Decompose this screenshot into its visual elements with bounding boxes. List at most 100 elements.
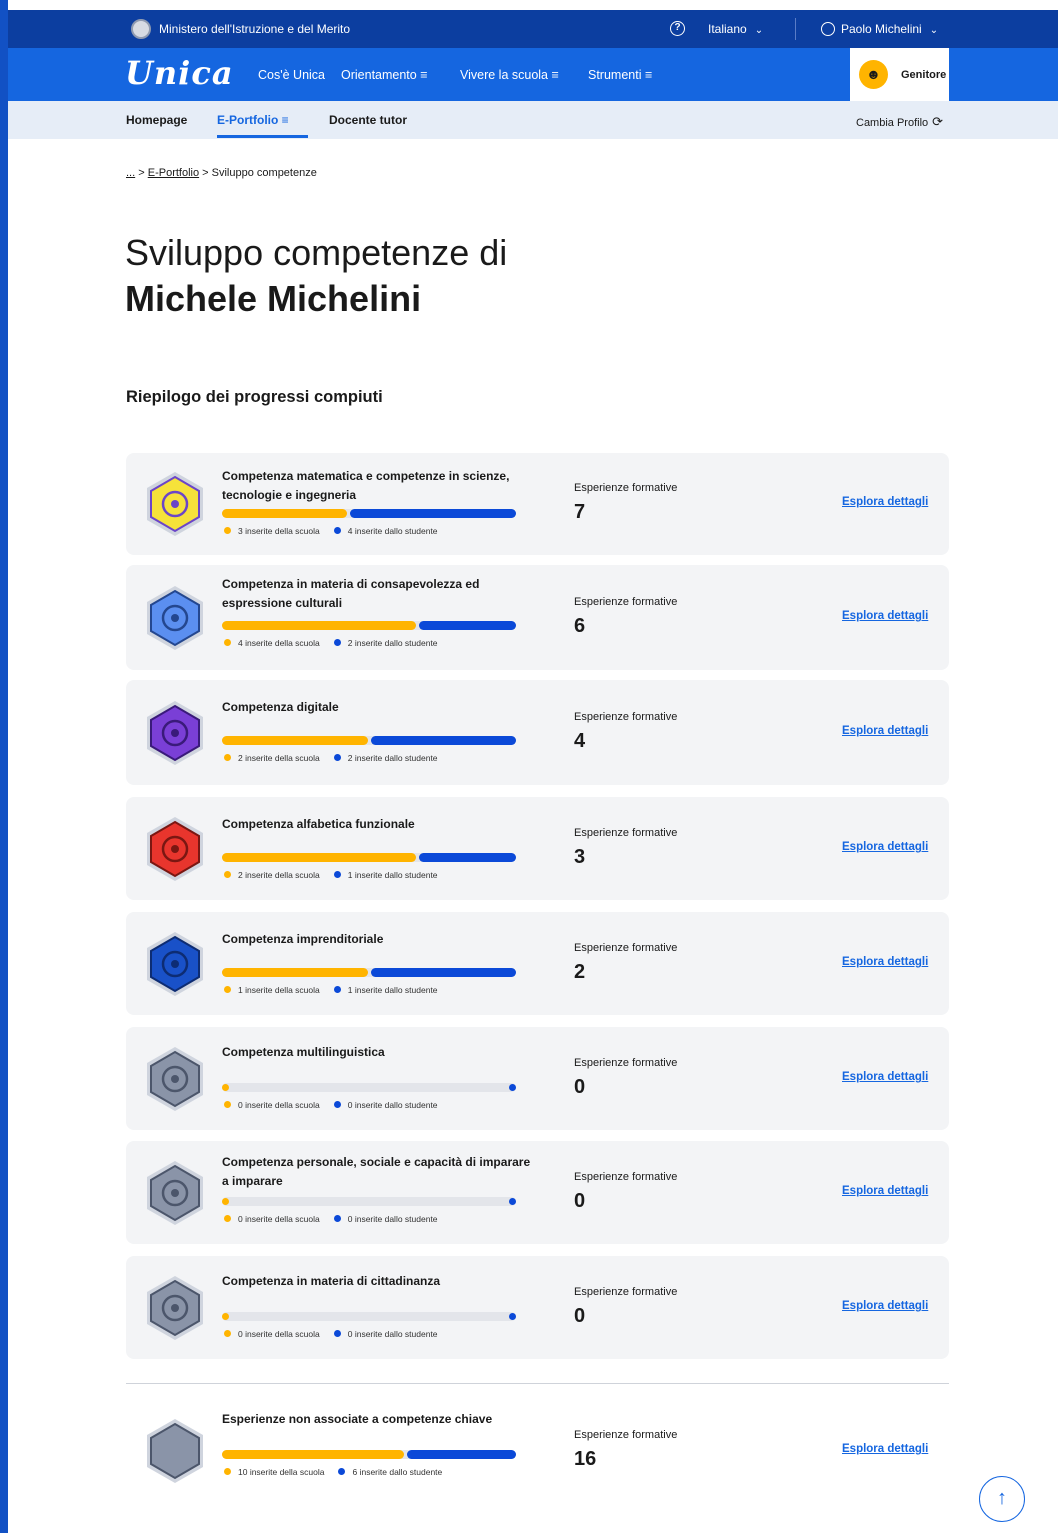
competence-card: Competenza in materia di cittadinanza 0 i… <box>126 1256 949 1359</box>
profile-label: Genitore <box>901 69 947 81</box>
student-dot-icon <box>333 1215 341 1222</box>
progress-legend: 0 inserite della scuola 0 inserite dallo … <box>224 1100 438 1110</box>
chevron-down-icon: ⌄ <box>929 25 939 36</box>
student-count-label: 0 inserite dallo studente <box>347 1214 438 1224</box>
student-progress-segment <box>371 736 516 745</box>
subnav-docente-tutor[interactable]: Docente tutor <box>329 113 407 127</box>
language-label: Italiano <box>708 22 747 36</box>
school-progress-segment <box>222 968 368 977</box>
student-progress-dot <box>509 1313 516 1320</box>
page-title-student-name: Michele Michelini <box>125 278 422 319</box>
divider <box>795 18 796 40</box>
explore-details-link[interactable]: Esplora dettagli <box>842 841 928 853</box>
experiences-count: 16 <box>574 1448 597 1470</box>
progress-legend: 0 inserite della scuola 0 inserite dallo … <box>224 1214 438 1224</box>
nav-orientamento[interactable]: Orientamento ≡ <box>341 68 428 82</box>
nav-vivere-la-scuola[interactable]: Vivere la scuola ≡ <box>460 68 559 82</box>
competence-title: Competenza imprenditoriale <box>222 932 384 946</box>
explore-details-link[interactable]: Esplora dettagli <box>842 956 928 968</box>
nav-strumenti[interactable]: Strumenti ≡ <box>588 68 652 82</box>
explore-details-link[interactable]: Esplora dettagli <box>842 725 928 737</box>
progress-bar <box>222 968 516 977</box>
student-progress-dot <box>509 1084 516 1091</box>
competence-card: Competenza personale, sociale e capacità… <box>126 1141 949 1244</box>
student-dot-icon <box>333 754 341 761</box>
explore-details-link[interactable]: Esplora dettagli <box>842 610 928 622</box>
school-progress-segment <box>222 736 368 745</box>
breadcrumb-current: Sviluppo competenze <box>211 167 317 179</box>
subnav-homepage[interactable]: Homepage <box>126 113 187 127</box>
back-to-top-button[interactable]: ↑ <box>979 1476 1025 1522</box>
school-dot-icon <box>224 1215 231 1222</box>
experiences-count: 0 <box>574 1076 586 1098</box>
student-count-label: 1 inserite dallo studente <box>347 870 438 880</box>
breadcrumb-separator: > <box>138 167 145 179</box>
student-count-label: 6 inserite dallo studente <box>352 1467 443 1477</box>
section-divider <box>126 1383 949 1384</box>
experiences-label: Esperienze formative <box>574 942 678 954</box>
change-profile-link[interactable]: Cambia Profilo ⟳ <box>856 114 943 130</box>
summary-title: Riepilogo dei progressi compiuti <box>126 388 383 406</box>
experiences-count: 6 <box>574 615 586 637</box>
main-navigation: Unica Cos'è Unica Orientamento ≡ Vivere … <box>8 48 1058 101</box>
school-progress-dot <box>222 1198 229 1205</box>
competence-title: Competenza in materia di cittadinanza <box>222 1274 441 1288</box>
school-dot-icon <box>224 986 231 993</box>
competence-card: Esperienze non associate a competenze ch… <box>126 1396 949 1506</box>
profile-tab-genitore[interactable]: ☻ Genitore <box>850 48 949 101</box>
breadcrumb-ellipsis[interactable]: ... <box>126 167 135 179</box>
subnav-e-portfolio[interactable]: E-Portfolio ≡ <box>217 113 289 127</box>
graduation-globe-icon <box>144 1159 206 1227</box>
nav-cos-e-unica[interactable]: Cos'è Unica <box>258 68 325 82</box>
school-dot-icon <box>224 527 231 534</box>
school-progress-dot <box>222 1313 229 1320</box>
experiences-count: 3 <box>574 846 586 868</box>
explore-details-link[interactable]: Esplora dettagli <box>842 496 928 508</box>
progress-bar <box>222 621 516 630</box>
student-dot-icon <box>333 639 341 646</box>
breadcrumb-e-portfolio[interactable]: E-Portfolio <box>148 167 199 179</box>
experiences-label: Esperienze formative <box>574 711 678 723</box>
breadcrumb-separator: > <box>202 167 209 179</box>
experiences-count: 7 <box>574 501 586 523</box>
experiences-label: Esperienze formative <box>574 1057 678 1069</box>
ministry-link[interactable]: Ministero dell'Istruzione e del Merito <box>159 22 350 36</box>
school-progress-segment <box>222 621 416 630</box>
experiences-count: 4 <box>574 730 586 752</box>
user-menu[interactable]: Paolo Michelini ⌄ <box>821 22 938 36</box>
explore-details-link[interactable]: Esplora dettagli <box>842 1185 928 1197</box>
language-selector[interactable]: Italiano ⌄ <box>708 22 763 36</box>
school-count-label: 0 inserite della scuola <box>238 1100 320 1110</box>
monitor-icon <box>144 699 206 767</box>
rocket-icon <box>144 930 206 998</box>
student-dot-icon <box>333 1101 341 1108</box>
parent-face-icon: ☻ <box>859 60 888 89</box>
unica-logo[interactable]: Unica <box>125 54 234 92</box>
school-progress-segment <box>222 1450 404 1459</box>
progress-legend: 2 inserite della scuola 1 inserite dallo … <box>224 870 438 880</box>
experiences-label: Esperienze formative <box>574 1171 678 1183</box>
student-progress-segment <box>419 621 516 630</box>
school-dot-icon <box>224 639 231 646</box>
student-progress-segment <box>371 968 516 977</box>
student-progress-segment <box>407 1450 516 1459</box>
student-progress-segment <box>419 853 516 862</box>
experiences-count: 2 <box>574 961 586 983</box>
progress-bar <box>222 1450 516 1459</box>
progress-bar <box>222 1083 516 1092</box>
experiences-count: 0 <box>574 1190 586 1212</box>
help-icon[interactable]: ? <box>670 21 685 36</box>
user-name: Paolo Michelini <box>841 22 922 36</box>
progress-bar <box>222 736 516 745</box>
school-progress-dot <box>222 1084 229 1091</box>
competence-card: Competenza matematica e competenze in sc… <box>126 453 949 555</box>
explore-details-link[interactable]: Esplora dettagli <box>842 1071 928 1083</box>
explore-details-link[interactable]: Esplora dettagli <box>842 1443 928 1455</box>
school-count-label: 4 inserite della scuola <box>238 638 320 648</box>
progress-legend: 0 inserite della scuola 0 inserite dallo … <box>224 1329 438 1339</box>
progress-legend: 1 inserite della scuola 1 inserite dallo … <box>224 985 438 995</box>
school-dot-icon <box>224 1101 231 1108</box>
empty-hexagon-icon <box>144 1417 206 1485</box>
explore-details-link[interactable]: Esplora dettagli <box>842 1300 928 1312</box>
competence-title: Esperienze non associate a competenze ch… <box>222 1412 493 1426</box>
